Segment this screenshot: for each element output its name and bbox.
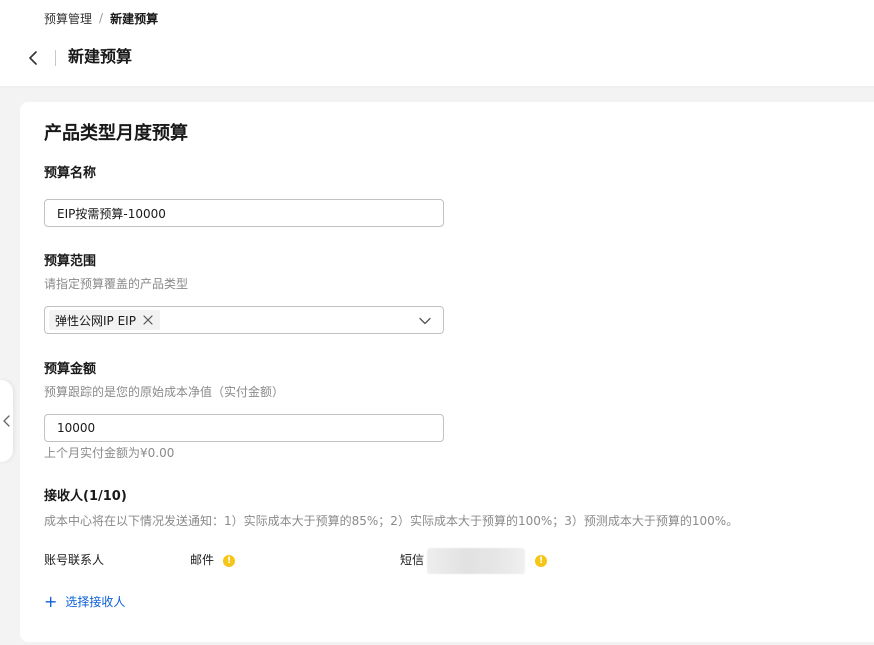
close-icon [143, 315, 153, 325]
email-info-icon[interactable]: ! [223, 555, 235, 567]
selected-product-tag-label: 弹性公网IP EIP [55, 313, 136, 328]
budget-scope-label: 预算范围 [44, 254, 97, 269]
sms-info-icon[interactable]: ! [535, 555, 547, 567]
breadcrumb-current: 新建预算 [110, 11, 159, 26]
budget-form-card: 产品类型月度预算 预算名称 预算范围 请指定预算覆盖的产品类型 弹性公网IP E… [20, 102, 874, 642]
page-title: 新建预算 [68, 47, 133, 66]
chevron-down-icon [419, 317, 431, 325]
budget-scope-description: 请指定预算覆盖的产品类型 [44, 277, 189, 291]
breadcrumb-budget-management[interactable]: 预算管理 [44, 10, 92, 27]
product-type-select[interactable]: 弹性公网IP EIP [44, 306, 444, 334]
select-recipient-label: 选择接收人 [65, 595, 126, 609]
selected-product-tag: 弹性公网IP EIP [49, 310, 160, 330]
chevron-left-icon [3, 415, 10, 427]
budget-name-input[interactable] [44, 199, 444, 227]
title-divider [55, 50, 56, 66]
breadcrumb-separator: / [99, 11, 104, 25]
budget-amount-description: 预算跟踪的是您的原始成本净值（实付金额） [44, 385, 285, 399]
page-header: 预算管理 / 新建预算 新建预算 [0, 0, 874, 86]
plus-icon: + [44, 591, 58, 611]
breadcrumb: 预算管理 / 新建预算 [44, 9, 158, 27]
chevron-left-icon [29, 51, 37, 65]
back-button[interactable] [24, 48, 42, 68]
budget-amount-input[interactable] [44, 414, 444, 442]
section-title: 产品类型月度预算 [44, 123, 188, 144]
recipient-email-label: 邮件 [190, 553, 215, 567]
recipients-description: 成本中心将在以下情况发送通知：1）实际成本大于预算的85%；2）实际成本大于预算… [44, 514, 739, 528]
recipients-label: 接收人(1/10) [44, 489, 127, 504]
sidebar-toggle[interactable] [0, 380, 13, 462]
select-dropdown-toggle[interactable] [419, 315, 431, 327]
budget-name-label: 预算名称 [44, 166, 97, 181]
budget-amount-label: 预算金额 [44, 362, 97, 377]
recipient-sms-label: 短信 [400, 553, 425, 567]
recipient-name: 账号联系人 [44, 553, 105, 567]
select-recipient-button[interactable]: + 选择接收人 [44, 593, 125, 610]
tag-remove-button[interactable] [142, 314, 154, 326]
masked-phone-number [427, 548, 525, 574]
last-month-amount-hint: 上个月实付金额为¥0.00 [44, 446, 175, 460]
